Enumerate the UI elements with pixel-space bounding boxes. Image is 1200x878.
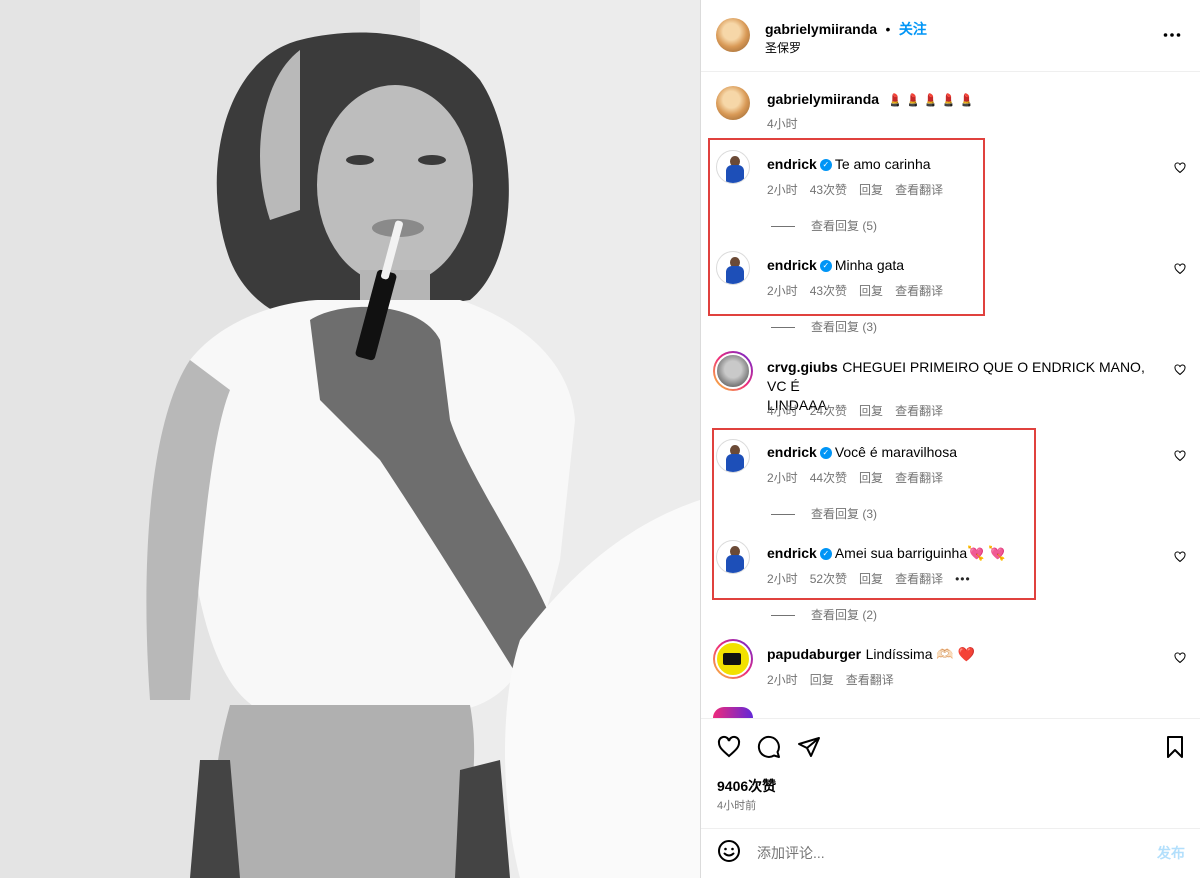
comment-meta: 2小时 回复 查看翻译 <box>767 671 906 688</box>
caption-text: 💄💄💄💄💄 <box>887 93 978 107</box>
reply-button[interactable]: 回复 <box>859 471 883 485</box>
comment-username[interactable]: endrick <box>767 545 817 561</box>
comment-avatar-partial <box>713 707 753 718</box>
verified-badge-icon: ✓ <box>819 547 832 560</box>
comment-likes[interactable]: 52次赞 <box>810 572 847 586</box>
comment-line: endrick ✓ Você é maravilhosa <box>767 444 957 462</box>
translate-button[interactable]: 查看翻译 <box>895 183 943 197</box>
comment-text: Você é maravilhosa <box>834 444 957 460</box>
comment-time: 2小时 <box>767 673 798 687</box>
verified-badge-icon: ✓ <box>819 446 832 459</box>
comment-avatar[interactable] <box>713 639 753 679</box>
comment-avatar[interactable] <box>716 150 750 184</box>
reply-button[interactable]: 回复 <box>810 673 834 687</box>
comment-like-heart-icon[interactable] <box>1174 162 1186 174</box>
view-replies-text: 查看回复 (3) <box>811 320 878 334</box>
translate-button[interactable]: 查看翻译 <box>895 404 943 418</box>
author-username[interactable]: gabrielymiiranda <box>765 21 877 37</box>
save-bookmark-icon[interactable] <box>1163 735 1187 759</box>
comment-avatar[interactable] <box>716 251 750 285</box>
comment-likes[interactable]: 43次赞 <box>810 284 847 298</box>
post-time: 4小时前 <box>717 800 757 812</box>
comment-input[interactable] <box>755 841 1119 865</box>
post-header: gabrielymiiranda • 关注 圣保罗 <box>701 0 1200 72</box>
comment-like-heart-icon[interactable] <box>1174 652 1186 664</box>
comment-like-heart-icon[interactable] <box>1174 364 1186 376</box>
reply-button[interactable]: 回复 <box>859 183 883 197</box>
post-detail-panel: gabrielymiiranda • 关注 圣保罗 gabrielymiiran… <box>700 0 1200 878</box>
post-comment-button[interactable]: 发布 <box>1157 843 1185 863</box>
follow-button[interactable]: 关注 <box>899 21 927 37</box>
post-photo[interactable] <box>0 0 700 878</box>
comment-meta: 2小时 52次赞 回复 查看翻译 ••• <box>767 570 983 587</box>
comment-meta: 2小时 43次赞 回复 查看翻译 <box>767 181 955 198</box>
translate-button[interactable]: 查看翻译 <box>895 284 943 298</box>
caption-time: 4小时 <box>767 115 810 132</box>
location-link[interactable]: 圣保罗 <box>765 39 801 56</box>
caption-avatar[interactable] <box>716 86 750 120</box>
comment-like-heart-icon[interactable] <box>1174 551 1186 563</box>
author-line: gabrielymiiranda • 关注 <box>765 19 927 39</box>
translate-button[interactable]: 查看翻译 <box>846 673 894 687</box>
share-paper-plane-icon[interactable] <box>797 735 821 759</box>
separator-dot: • <box>885 21 891 37</box>
comment-bubble-icon[interactable] <box>757 735 781 759</box>
reply-button[interactable]: 回复 <box>859 284 883 298</box>
author-avatar[interactable] <box>716 18 750 52</box>
comment-username[interactable]: papudaburger <box>767 646 861 662</box>
post-photo-illustration <box>0 0 700 878</box>
view-replies-button[interactable]: 查看回复 (2) <box>771 606 877 623</box>
view-replies-button[interactable]: 查看回复 (3) <box>771 505 877 522</box>
comment-text: Lindíssima 🫶🏻 ❤️ <box>865 646 976 662</box>
view-replies-text: 查看回复 (5) <box>811 219 878 233</box>
verified-badge-icon: ✓ <box>819 259 832 272</box>
comment-time: 4小时 <box>767 404 798 418</box>
comment-text: Minha gata <box>834 257 905 273</box>
comment-text: Amei sua barriguinha💘 💘 <box>834 545 1006 561</box>
comment-time: 2小时 <box>767 284 798 298</box>
translate-button[interactable]: 查看翻译 <box>895 471 943 485</box>
post-actions: 9406次赞 4小时前 <box>701 718 1200 830</box>
caption-username[interactable]: gabrielymiiranda <box>767 91 879 107</box>
view-replies-text: 查看回复 (2) <box>811 608 878 622</box>
comment-likes[interactable]: 43次赞 <box>810 183 847 197</box>
comment-username[interactable]: endrick <box>767 257 817 273</box>
comment-line: endrick ✓ Minha gata <box>767 257 904 275</box>
add-comment-bar: 发布 <box>701 828 1200 878</box>
comment-meta: 4小时 24次赞 回复 查看翻译 <box>767 402 955 419</box>
comment-username[interactable]: crvg.giubs <box>767 359 838 375</box>
view-replies-button[interactable]: 查看回复 (5) <box>771 217 877 234</box>
likes-count[interactable]: 9406次赞 <box>717 776 776 796</box>
comment-meta: 2小时 43次赞 回复 查看翻译 <box>767 282 955 299</box>
comment-username[interactable]: endrick <box>767 444 817 460</box>
comment-line: endrick ✓ Amei sua barriguinha💘 💘 <box>767 545 1006 563</box>
comment-line: papudaburger Lindíssima 🫶🏻 ❤️ <box>767 646 975 664</box>
view-replies-text: 查看回复 (3) <box>811 507 878 521</box>
comment-time: 2小时 <box>767 572 798 586</box>
comment-username[interactable]: endrick <box>767 156 817 172</box>
caption-line: gabrielymiiranda 💄💄💄💄💄 <box>767 91 977 109</box>
more-horizontal-icon[interactable] <box>1163 26 1181 44</box>
view-replies-button[interactable]: 查看回复 (3) <box>771 318 877 335</box>
comment-text: Te amo carinha <box>834 156 931 172</box>
reply-button[interactable]: 回复 <box>859 572 883 586</box>
comment-like-heart-icon[interactable] <box>1174 450 1186 462</box>
comment-options-button[interactable]: ••• <box>955 572 971 586</box>
comment-avatar[interactable] <box>716 439 750 473</box>
emoji-smiley-icon[interactable] <box>717 839 741 863</box>
caption-time-text: 4小时 <box>767 117 798 131</box>
comment-like-heart-icon[interactable] <box>1174 263 1186 275</box>
comment-time: 2小时 <box>767 471 798 485</box>
comment-time: 2小时 <box>767 183 798 197</box>
comment-likes[interactable]: 24次赞 <box>810 404 847 418</box>
comment-avatar[interactable] <box>716 540 750 574</box>
translate-button[interactable]: 查看翻译 <box>895 572 943 586</box>
comment-avatar[interactable] <box>713 351 753 391</box>
comment-meta: 2小时 44次赞 回复 查看翻译 <box>767 469 955 486</box>
reply-button[interactable]: 回复 <box>859 404 883 418</box>
comment-likes[interactable]: 44次赞 <box>810 471 847 485</box>
verified-badge-icon: ✓ <box>819 158 832 171</box>
like-heart-icon[interactable] <box>717 735 741 759</box>
comment-line: endrick ✓ Te amo carinha <box>767 156 931 174</box>
